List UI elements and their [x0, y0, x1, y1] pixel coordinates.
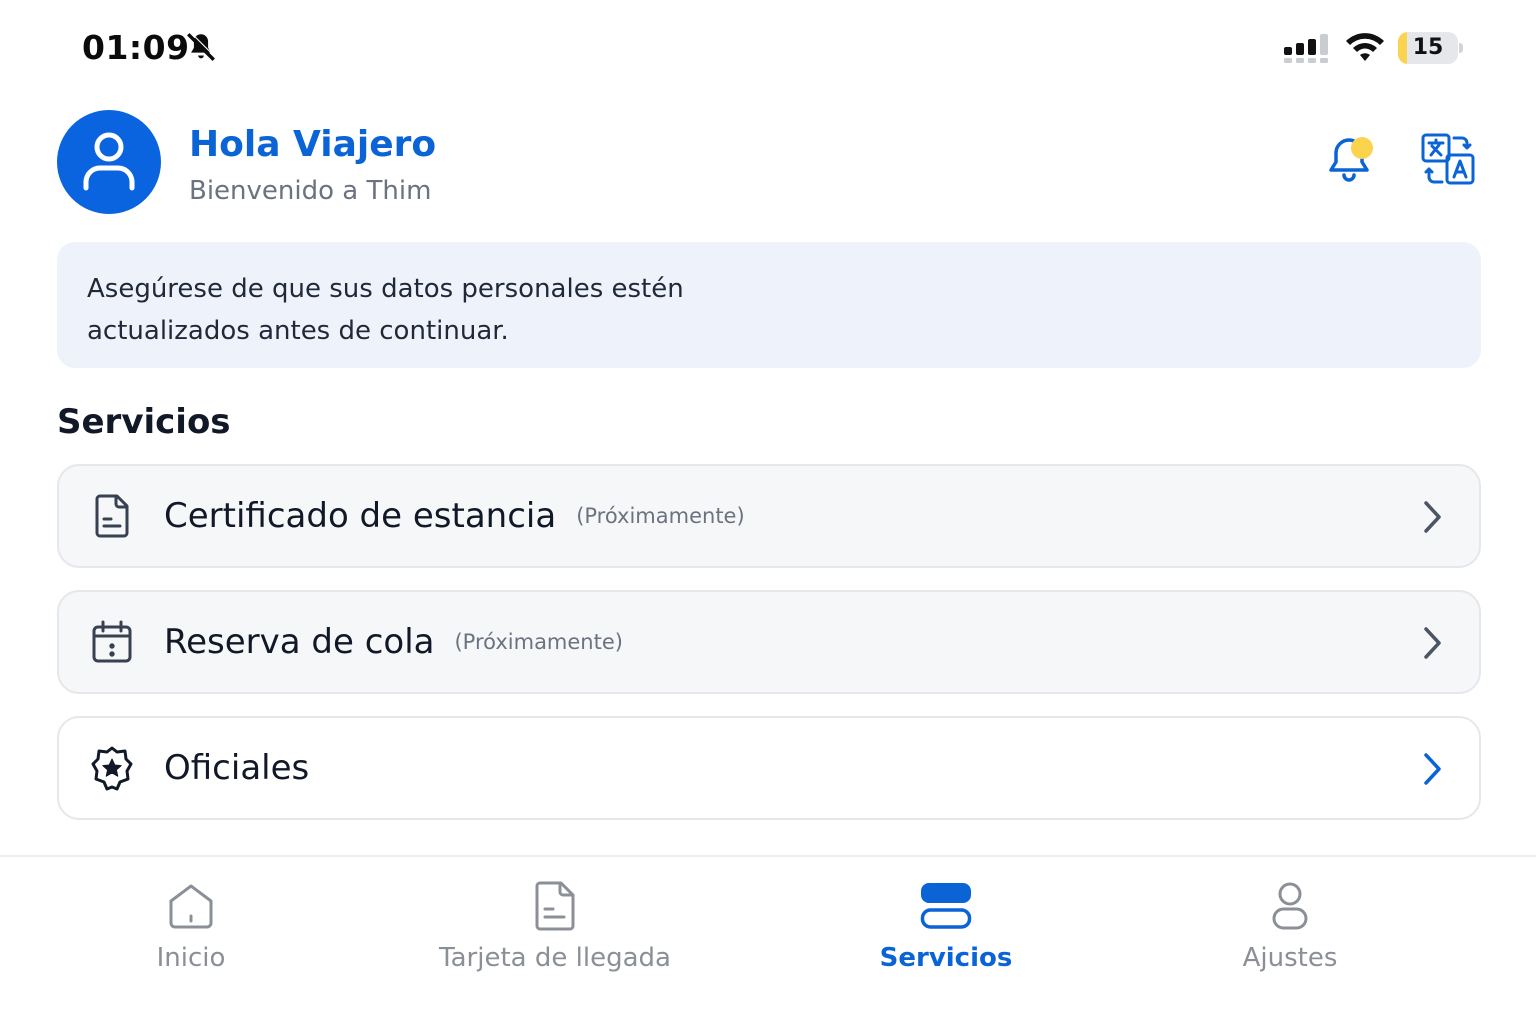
service-label: Certificado de estancia (Próximamente)	[164, 496, 745, 536]
status-bar: 01:09 15	[0, 0, 1536, 96]
notice-text: Asegúrese de que sus datos personales es…	[87, 274, 684, 346]
avatar[interactable]	[57, 110, 161, 214]
chevron-right-icon	[1424, 501, 1441, 533]
service-title: Reserva de cola	[164, 622, 435, 662]
service-label: Oficiales	[164, 748, 309, 788]
signal-icon	[1284, 34, 1328, 63]
service-label: Reserva de cola (Próximamente)	[164, 622, 623, 662]
coming-soon-tag: (Próximamente)	[576, 504, 745, 528]
service-card-reserva[interactable]: Reserva de cola (Próximamente)	[57, 590, 1481, 694]
battery-level-text: 15	[1412, 35, 1444, 60]
document-icon	[535, 881, 575, 931]
notifications-button[interactable]	[1322, 130, 1382, 190]
bell-muted-icon	[187, 31, 217, 61]
user-icon	[1272, 882, 1308, 930]
battery-icon: 15	[1398, 32, 1464, 66]
nav-item-tarjeta[interactable]: Tarjeta de llegada	[405, 857, 705, 1024]
services-icon	[920, 883, 972, 929]
service-card-oficiales[interactable]: Oficiales	[57, 716, 1481, 820]
data-update-notice: Asegúrese de que sus datos personales es…	[57, 242, 1481, 368]
welcome-subtitle: Bienvenido a Thim	[189, 176, 432, 206]
nav-label: Inicio	[156, 943, 226, 973]
wifi-icon	[1346, 33, 1384, 61]
calendar-icon	[92, 620, 132, 663]
service-title: Certificado de estancia	[164, 496, 557, 536]
app-screen: 01:09 15 Hola Viajero Bienvenido a Thim …	[0, 0, 1536, 1024]
nav-item-servicios[interactable]: Servicios	[796, 857, 1096, 1024]
nav-item-ajustes[interactable]: Ajustes	[1140, 857, 1440, 1024]
chevron-right-icon	[1424, 627, 1441, 659]
nav-label: Servicios	[879, 943, 1013, 973]
document-icon	[95, 494, 129, 538]
translate-button[interactable]	[1418, 130, 1478, 190]
translate-icon	[1421, 133, 1475, 185]
services-section-title: Servicios	[57, 402, 231, 442]
status-time: 01:09	[82, 28, 190, 67]
nav-item-inicio[interactable]: Inicio	[41, 857, 341, 1024]
home-icon	[169, 884, 213, 929]
battery-body: 15	[1398, 32, 1458, 64]
service-title: Oficiales	[164, 748, 310, 788]
greeting-title: Hola Viajero	[189, 124, 437, 165]
coming-soon-tag: (Próximamente)	[454, 630, 623, 654]
bell-icon	[1329, 137, 1373, 182]
chevron-right-icon	[1424, 753, 1441, 785]
user-icon	[83, 132, 135, 191]
nav-label: Ajustes	[1242, 943, 1338, 973]
police-badge-icon	[91, 746, 133, 791]
battery-tip	[1459, 43, 1463, 53]
service-card-certificado[interactable]: Certificado de estancia (Próximamente)	[57, 464, 1481, 568]
bottom-navigation: Inicio Tarjeta de llegada Servicios Ajus…	[0, 855, 1536, 1024]
nav-label: Tarjeta de llegada	[439, 943, 671, 973]
